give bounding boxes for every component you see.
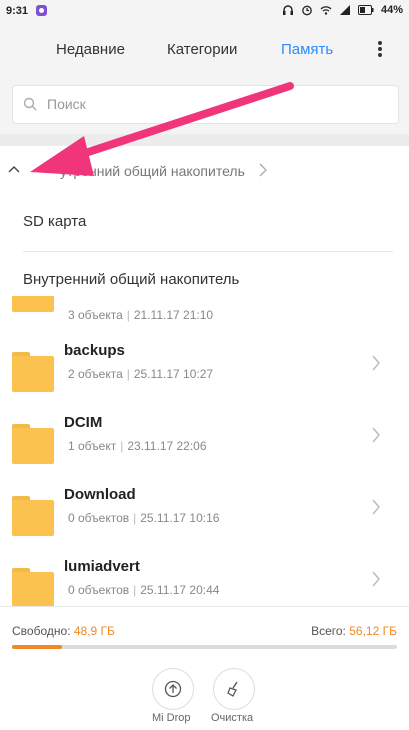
alarm-icon bbox=[302, 5, 312, 16]
notification-icon bbox=[36, 5, 47, 16]
storage-usage-fill bbox=[12, 645, 63, 649]
folder-icon bbox=[12, 424, 54, 464]
battery-percent: 44% bbox=[380, 4, 403, 16]
status-bar: 9:31 44% bbox=[0, 0, 409, 24]
chevron-right-icon bbox=[372, 427, 380, 443]
search-box[interactable] bbox=[12, 85, 399, 124]
storage-usage-bar bbox=[12, 645, 397, 649]
cleanup-button[interactable] bbox=[213, 668, 255, 710]
item-name: lumiadvert bbox=[64, 558, 140, 575]
item-meta: 0 объектов | 25.11.17 20:44 bbox=[68, 583, 220, 597]
item-meta: 1 объект | 23.11.17 22:06 bbox=[68, 439, 207, 453]
tab-categories[interactable]: Категории bbox=[167, 41, 237, 58]
tab-recent[interactable]: Недавние bbox=[56, 41, 125, 58]
cleanup-label: Очистка bbox=[211, 712, 254, 724]
chevron-right-icon bbox=[372, 499, 380, 515]
signal-icon bbox=[339, 5, 350, 15]
item-meta: 3 объекта | 21.11.17 21:10 bbox=[68, 308, 214, 322]
path-label: утренний общий накопитель bbox=[60, 163, 245, 179]
broom-icon bbox=[227, 681, 238, 697]
total-space: Всего: 56,12 ГБ bbox=[311, 624, 397, 638]
list-item[interactable]: 3 объекта | 21.11.17 21:10 bbox=[0, 296, 409, 330]
mi-drop-label: Mi Drop bbox=[152, 712, 191, 724]
storage-option-label: SD карта bbox=[23, 213, 87, 230]
chevron-up-icon[interactable] bbox=[7, 162, 21, 176]
item-name: DCIM bbox=[64, 414, 103, 431]
tab-bar: Недавние Категории Память bbox=[0, 24, 409, 76]
item-name: backups bbox=[64, 342, 125, 359]
battery-icon bbox=[357, 5, 374, 15]
status-icons: 44% bbox=[282, 4, 403, 16]
search-area bbox=[0, 76, 409, 134]
headphones-icon bbox=[282, 5, 293, 15]
chevron-right-icon bbox=[372, 355, 380, 371]
list-item[interactable]: lumiadvert 0 объектов | 25.11.17 20:44 bbox=[0, 546, 409, 606]
search-input[interactable] bbox=[45, 95, 349, 113]
item-meta: 0 объектов | 25.11.17 10:16 bbox=[68, 511, 220, 525]
section-divider bbox=[0, 134, 409, 146]
storage-summary: Свободно: 48,9 ГБ Всего: 56,12 ГБ bbox=[0, 606, 409, 659]
list-item[interactable]: backups 2 объекта | 25.11.17 10:27 bbox=[0, 330, 409, 402]
wifi-icon bbox=[320, 6, 332, 15]
status-time: 9:31 bbox=[6, 5, 29, 17]
chevron-right-icon bbox=[259, 163, 267, 177]
list-item[interactable]: Download 0 объектов | 25.11.17 10:16 bbox=[0, 474, 409, 546]
mi-drop-button[interactable] bbox=[152, 668, 194, 710]
item-name: Download bbox=[64, 486, 136, 503]
storage-option-label: Внутренний общий накопитель bbox=[23, 271, 240, 288]
folder-icon bbox=[12, 568, 54, 606]
folder-icon bbox=[12, 352, 54, 392]
storage-path-selector[interactable]: утренний общий накопитель bbox=[0, 146, 409, 196]
folder-icon bbox=[12, 296, 54, 312]
item-meta: 2 объекта | 25.11.17 10:27 bbox=[68, 367, 214, 381]
bottom-actions: Mi Drop Очистка bbox=[0, 658, 409, 730]
storage-option-sd-card[interactable]: SD карта bbox=[0, 194, 409, 252]
chevron-right-icon bbox=[372, 571, 380, 587]
upload-icon bbox=[164, 680, 182, 698]
tab-storage[interactable]: Память bbox=[281, 41, 333, 58]
more-options-icon[interactable] bbox=[377, 39, 383, 59]
list-item[interactable]: DCIM 1 объект | 23.11.17 22:06 bbox=[0, 402, 409, 474]
folder-icon bbox=[12, 496, 54, 536]
free-space: Свободно: 48,9 ГБ bbox=[12, 624, 115, 638]
search-icon bbox=[23, 97, 37, 111]
